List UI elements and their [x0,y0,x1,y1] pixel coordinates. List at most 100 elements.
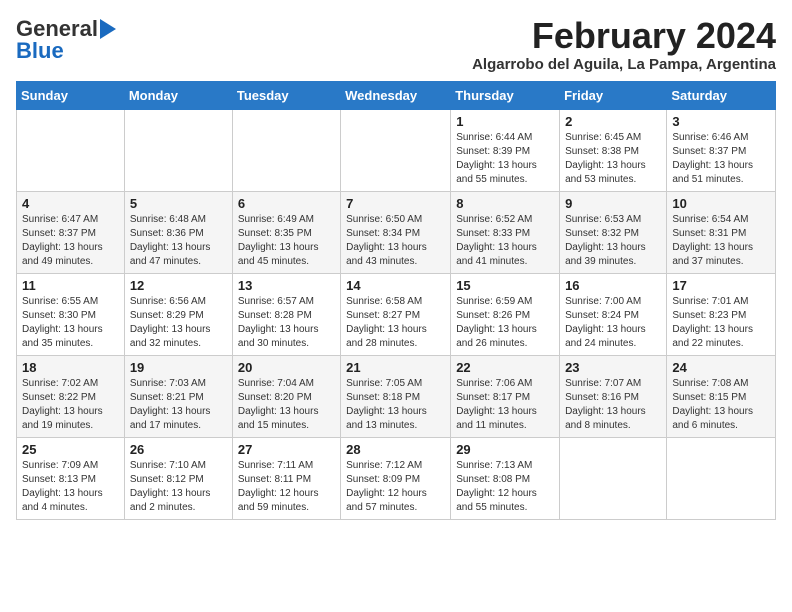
day-info: Sunrise: 7:11 AM Sunset: 8:11 PM Dayligh… [238,459,335,515]
day-number: 11 [22,278,119,293]
logo-arrow-icon [100,19,116,39]
calendar-cell: 23 Sunrise: 7:07 AM Sunset: 8:16 PM Dayli… [560,355,667,437]
day-number: 19 [130,360,227,375]
calendar-cell [232,109,340,191]
logo: General Blue [16,16,116,64]
day-info: Sunrise: 7:09 AM Sunset: 8:13 PM Dayligh… [22,459,119,515]
calendar-cell [667,437,776,519]
day-info: Sunrise: 6:53 AM Sunset: 8:32 PM Dayligh… [565,213,661,269]
calendar-cell: 18 Sunrise: 7:02 AM Sunset: 8:22 PM Dayli… [17,355,125,437]
day-number: 21 [346,360,445,375]
day-info: Sunrise: 6:50 AM Sunset: 8:34 PM Dayligh… [346,213,445,269]
calendar-cell: 8 Sunrise: 6:52 AM Sunset: 8:33 PM Daylig… [451,191,560,273]
day-number: 7 [346,196,445,211]
weekday-header-wednesday: Wednesday [341,81,451,109]
title-area: February 2024 Algarrobo del Aguila, La P… [472,16,776,73]
day-info: Sunrise: 6:52 AM Sunset: 8:33 PM Dayligh… [456,213,554,269]
calendar-cell: 17 Sunrise: 7:01 AM Sunset: 8:23 PM Dayli… [667,273,776,355]
calendar-cell: 11 Sunrise: 6:55 AM Sunset: 8:30 PM Dayli… [17,273,125,355]
day-number: 25 [22,442,119,457]
calendar-cell: 7 Sunrise: 6:50 AM Sunset: 8:34 PM Daylig… [341,191,451,273]
calendar-cell: 25 Sunrise: 7:09 AM Sunset: 8:13 PM Dayli… [17,437,125,519]
calendar-cell: 12 Sunrise: 6:56 AM Sunset: 8:29 PM Dayli… [124,273,232,355]
month-title: February 2024 [472,16,776,56]
day-number: 4 [22,196,119,211]
day-number: 8 [456,196,554,211]
calendar-cell [560,437,667,519]
calendar-cell: 9 Sunrise: 6:53 AM Sunset: 8:32 PM Daylig… [560,191,667,273]
day-info: Sunrise: 6:49 AM Sunset: 8:35 PM Dayligh… [238,213,335,269]
calendar-cell: 14Sunrise: 6:58 AM Sunset: 8:27 PM Dayli… [341,273,451,355]
day-number: 28 [346,442,445,457]
day-info: Sunrise: 6:48 AM Sunset: 8:36 PM Dayligh… [130,213,227,269]
day-info: Sunrise: 6:58 AM Sunset: 8:27 PM Dayligh… [346,295,445,351]
day-number: 13 [238,278,335,293]
weekday-header-friday: Friday [560,81,667,109]
weekday-header-saturday: Saturday [667,81,776,109]
day-info: Sunrise: 7:03 AM Sunset: 8:21 PM Dayligh… [130,377,227,433]
calendar-cell: 21 Sunrise: 7:05 AM Sunset: 8:18 PM Dayli… [341,355,451,437]
calendar-cell: 2Sunrise: 6:45 AM Sunset: 8:38 PM Daylig… [560,109,667,191]
calendar-cell: 29 Sunrise: 7:13 AM Sunset: 8:08 PM Dayli… [451,437,560,519]
day-info: Sunrise: 6:55 AM Sunset: 8:30 PM Dayligh… [22,295,119,351]
logo-blue-text: Blue [16,38,64,64]
calendar-cell [17,109,125,191]
calendar-cell: 6Sunrise: 6:49 AM Sunset: 8:35 PM Daylig… [232,191,340,273]
day-number: 26 [130,442,227,457]
calendar-cell: 26 Sunrise: 7:10 AM Sunset: 8:12 PM Dayli… [124,437,232,519]
day-number: 27 [238,442,335,457]
calendar-cell: 20Sunrise: 7:04 AM Sunset: 8:20 PM Dayli… [232,355,340,437]
weekday-header-tuesday: Tuesday [232,81,340,109]
day-number: 24 [672,360,770,375]
calendar-cell: 10 Sunrise: 6:54 AM Sunset: 8:31 PM Dayli… [667,191,776,273]
day-info: Sunrise: 6:57 AM Sunset: 8:28 PM Dayligh… [238,295,335,351]
day-number: 15 [456,278,554,293]
day-number: 22 [456,360,554,375]
day-info: Sunrise: 7:00 AM Sunset: 8:24 PM Dayligh… [565,295,661,351]
day-info: Sunrise: 7:07 AM Sunset: 8:16 PM Dayligh… [565,377,661,433]
day-info: Sunrise: 7:02 AM Sunset: 8:22 PM Dayligh… [22,377,119,433]
day-number: 1 [456,114,554,129]
day-info: Sunrise: 6:59 AM Sunset: 8:26 PM Dayligh… [456,295,554,351]
day-info: Sunrise: 7:08 AM Sunset: 8:15 PM Dayligh… [672,377,770,433]
calendar-cell: 1 Sunrise: 6:44 AM Sunset: 8:39 PM Daylig… [451,109,560,191]
day-number: 9 [565,196,661,211]
day-number: 10 [672,196,770,211]
calendar-cell: 24 Sunrise: 7:08 AM Sunset: 8:15 PM Dayli… [667,355,776,437]
day-info: Sunrise: 6:46 AM Sunset: 8:37 PM Dayligh… [672,131,770,187]
calendar-table: SundayMondayTuesdayWednesdayThursdayFrid… [16,81,776,520]
day-info: Sunrise: 7:12 AM Sunset: 8:09 PM Dayligh… [346,459,445,515]
day-info: Sunrise: 6:54 AM Sunset: 8:31 PM Dayligh… [672,213,770,269]
day-info: Sunrise: 6:56 AM Sunset: 8:29 PM Dayligh… [130,295,227,351]
day-number: 18 [22,360,119,375]
weekday-header-monday: Monday [124,81,232,109]
day-number: 23 [565,360,661,375]
day-info: Sunrise: 7:01 AM Sunset: 8:23 PM Dayligh… [672,295,770,351]
weekday-header-thursday: Thursday [451,81,560,109]
day-number: 12 [130,278,227,293]
calendar-cell: 28 Sunrise: 7:12 AM Sunset: 8:09 PM Dayli… [341,437,451,519]
calendar-cell: 16 Sunrise: 7:00 AM Sunset: 8:24 PM Dayli… [560,273,667,355]
calendar-cell: 27 Sunrise: 7:11 AM Sunset: 8:11 PM Dayli… [232,437,340,519]
day-number: 16 [565,278,661,293]
day-info: Sunrise: 7:10 AM Sunset: 8:12 PM Dayligh… [130,459,227,515]
page-header: General Blue February 2024 Algarrobo del… [16,16,776,73]
day-info: Sunrise: 7:05 AM Sunset: 8:18 PM Dayligh… [346,377,445,433]
calendar-cell: 19 Sunrise: 7:03 AM Sunset: 8:21 PM Dayli… [124,355,232,437]
day-number: 17 [672,278,770,293]
day-info: Sunrise: 6:44 AM Sunset: 8:39 PM Dayligh… [456,131,554,187]
calendar-cell [341,109,451,191]
day-number: 5 [130,196,227,211]
day-number: 29 [456,442,554,457]
calendar-cell: 22 Sunrise: 7:06 AM Sunset: 8:17 PM Dayli… [451,355,560,437]
day-info: Sunrise: 7:13 AM Sunset: 8:08 PM Dayligh… [456,459,554,515]
day-info: Sunrise: 6:47 AM Sunset: 8:37 PM Dayligh… [22,213,119,269]
day-info: Sunrise: 7:06 AM Sunset: 8:17 PM Dayligh… [456,377,554,433]
calendar-cell: 13 Sunrise: 6:57 AM Sunset: 8:28 PM Dayli… [232,273,340,355]
day-number: 20 [238,360,335,375]
calendar-cell: 15 Sunrise: 6:59 AM Sunset: 8:26 PM Dayli… [451,273,560,355]
calendar-cell [124,109,232,191]
calendar-cell: 3Sunrise: 6:46 AM Sunset: 8:37 PM Daylig… [667,109,776,191]
calendar-cell: 5 Sunrise: 6:48 AM Sunset: 8:36 PM Daylig… [124,191,232,273]
day-number: 2 [565,114,661,129]
